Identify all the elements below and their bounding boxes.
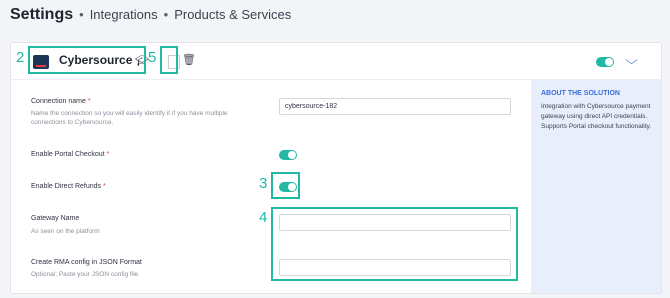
rma-config-hint: Optional: Paste your JSON config file xyxy=(31,271,139,278)
breadcrumb-separator: • xyxy=(163,7,169,22)
about-solution-title: ABOUT THE SOLUTION xyxy=(541,90,620,97)
breadcrumb-products-services[interactable]: Products & Services xyxy=(174,7,291,22)
integration-enabled-toggle[interactable] xyxy=(596,57,614,67)
annotation-number-5: 5 xyxy=(148,49,157,66)
annotation-box-4 xyxy=(271,207,518,281)
rma-config-label: Create RMA config in JSON Format xyxy=(31,259,142,266)
breadcrumb-separator: • xyxy=(79,7,84,22)
annotation-number-2: 2 xyxy=(16,49,25,66)
annotation-box-3 xyxy=(271,172,300,199)
about-solution-panel: ABOUT THE SOLUTION Integration with Cybe… xyxy=(531,80,661,293)
connection-name-input[interactable] xyxy=(279,98,511,115)
annotation-box-5 xyxy=(160,46,178,74)
portal-checkout-label: Enable Portal Checkout * xyxy=(31,151,110,158)
about-solution-description: Integration with Cybersource payment gat… xyxy=(541,103,652,130)
direct-refunds-label: Enable Direct Refunds * xyxy=(31,183,106,190)
annotation-number-4: 4 xyxy=(259,209,268,226)
gateway-name-label: Gateway Name xyxy=(31,215,80,222)
annotation-box-2 xyxy=(28,46,146,74)
trash-icon[interactable]: 🗑︎ xyxy=(182,53,196,66)
gateway-name-hint: As seen on the platform xyxy=(31,228,100,235)
breadcrumb-integrations[interactable]: Integrations xyxy=(90,7,158,22)
toggle-knob xyxy=(605,58,613,66)
connection-name-label: Connection name * xyxy=(31,98,91,105)
page-title: Settings xyxy=(10,6,74,23)
breadcrumb: Settings • Integrations • Products & Ser… xyxy=(10,6,291,24)
chevron-down-icon[interactable]: ⌵ xyxy=(625,53,638,68)
portal-checkout-toggle[interactable] xyxy=(279,150,297,160)
connection-name-hint: Name the connection so you will easily i… xyxy=(31,110,228,126)
toggle-knob xyxy=(288,151,296,159)
annotation-number-3: 3 xyxy=(259,175,268,192)
